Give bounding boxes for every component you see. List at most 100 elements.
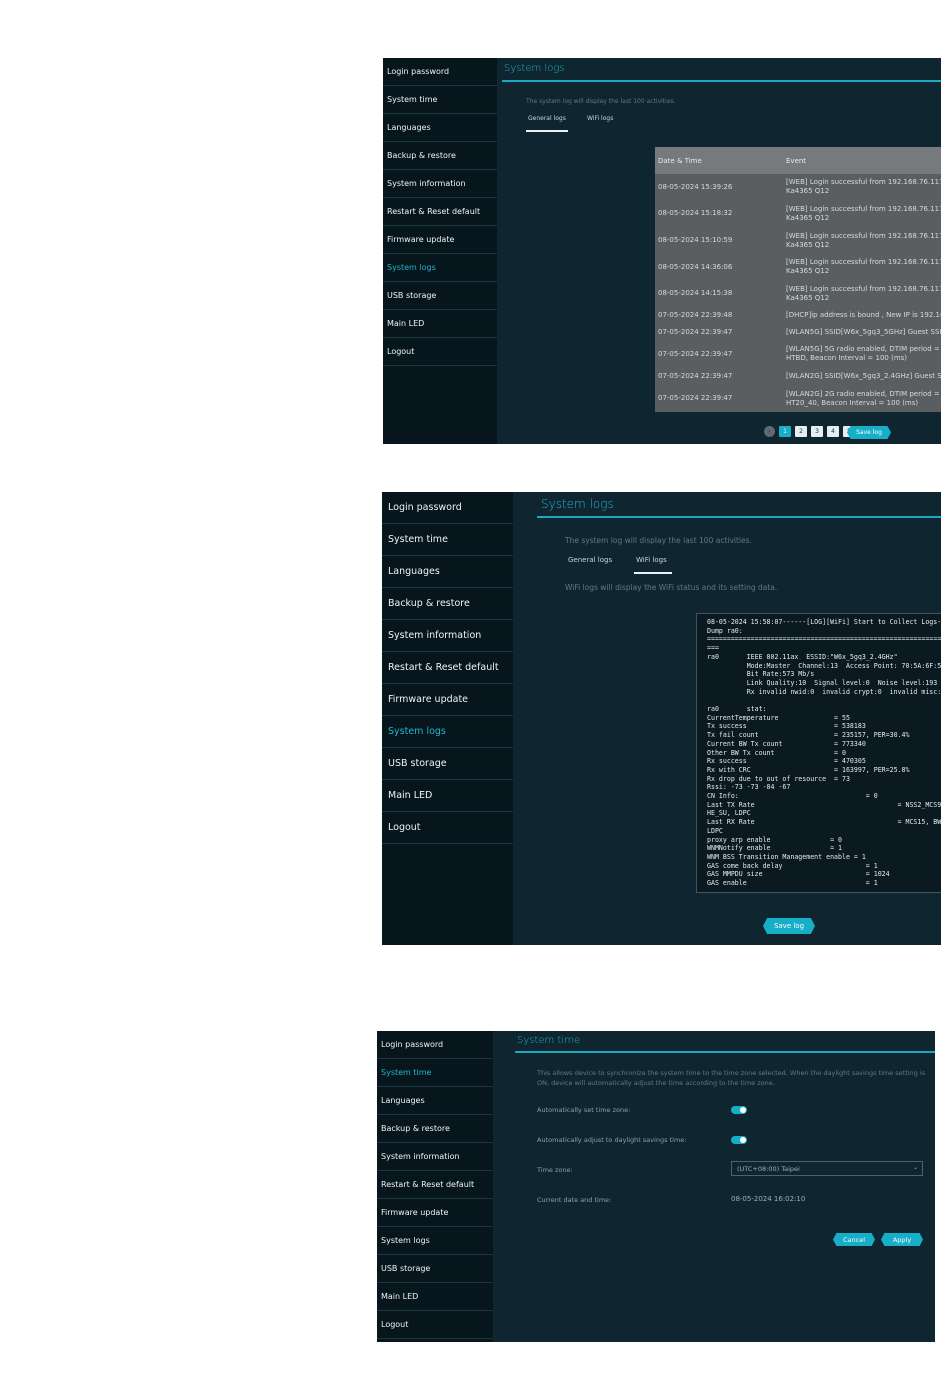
sidebar-item-system-information[interactable]: System information	[377, 1143, 493, 1171]
sidebar-item-system-time[interactable]: System time	[377, 1059, 493, 1087]
sidebar-item-usb-storage[interactable]: USB storage	[383, 282, 497, 310]
log-date-cell: 08-05-2024 14:15:38	[658, 289, 733, 297]
table-row: 07-05-2024 22:39:47 [WLAN2G] 2G radio ena…	[655, 385, 941, 412]
sidebar-item-system-logs[interactable]: System logs	[382, 716, 513, 748]
wifi-logs-description: WiFi logs will display the WiFi status a…	[565, 583, 778, 592]
sidebar-item-main-led[interactable]: Main LED	[383, 310, 497, 338]
page-1-button[interactable]: 1	[779, 426, 791, 437]
log-event-cell: [WEB] Login successful from 192.168.76.1…	[786, 284, 941, 302]
current-datetime-label: Current date and time:	[537, 1196, 612, 1204]
sidebar-item-logout[interactable]: Logout	[383, 338, 497, 366]
log-date-cell: 07-05-2024 22:39:47	[658, 327, 733, 336]
sidebar-item-system-logs[interactable]: System logs	[377, 1227, 493, 1255]
table-row: 07-05-2024 22:39:48 [DHCP]ip address is b…	[655, 307, 941, 323]
sidebar-item-logout[interactable]: Logout	[382, 812, 513, 844]
page-4-button[interactable]: 4	[827, 426, 839, 437]
general-log-table: Date & Time Event 08-05-2024 15:39:26 [WE…	[655, 147, 941, 412]
sidebar-item-backup-restore[interactable]: Backup & restore	[383, 142, 497, 170]
table-row: 08-05-2024 15:39:26 [WEB] Login successfu…	[655, 174, 941, 200]
log-date-cell: 08-05-2024 14:36:06	[658, 262, 733, 271]
main-panel: System time This allows device to synchr…	[493, 1031, 935, 1342]
sidebar-item-system-information[interactable]: System information	[382, 620, 513, 652]
settings-sidebar: Login password System time Languages Bac…	[382, 492, 513, 945]
table-row: 07-05-2024 22:39:47 [WLAN5G] 5G radio ena…	[655, 341, 941, 367]
sidebar-item-restart-reset[interactable]: Restart & Reset default	[382, 652, 513, 684]
timezone-selected-value: (UTC+08:00) Taipei	[737, 1164, 800, 1173]
cancel-button[interactable]: Cancel	[833, 1233, 875, 1246]
sidebar-item-system-time[interactable]: System time	[383, 86, 497, 114]
chevron-down-icon: ⌄	[912, 1164, 918, 1171]
auto-dst-toggle[interactable]	[731, 1136, 747, 1144]
sidebar-item-firmware-update[interactable]: Firmware update	[382, 684, 513, 716]
page-description: This allows device to synchronize the sy…	[537, 1069, 926, 1087]
tab-wifi-logs[interactable]: WiFi logs	[587, 115, 613, 122]
tab-general-logs[interactable]: General logs	[528, 115, 566, 122]
table-row: 08-05-2024 15:10:59 [WEB] Login successfu…	[655, 227, 941, 254]
sidebar-item-logout[interactable]: Logout	[377, 1311, 493, 1339]
active-tab-indicator	[526, 130, 568, 132]
table-header-row: Date & Time Event	[655, 147, 941, 174]
sidebar-item-firmware-update[interactable]: Firmware update	[377, 1199, 493, 1227]
wifi-logs-screenshot: Login password System time Languages Bac…	[382, 492, 941, 945]
previous-page-button[interactable]: ‹	[764, 426, 775, 437]
log-date-cell: 07-05-2024 22:39:47	[658, 349, 733, 358]
page-title: System logs	[504, 63, 565, 74]
sidebar-item-system-logs[interactable]: System logs	[383, 254, 497, 282]
page-3-button[interactable]: 3	[811, 426, 823, 437]
toggle-knob	[740, 1107, 746, 1113]
wifi-log-textarea[interactable]: 08-05-2024 15:58:07------[LOG][WiFi] Sta…	[696, 613, 941, 893]
log-date-cell: 08-05-2024 15:18:32	[658, 209, 733, 217]
timezone-label: Time zone:	[537, 1166, 573, 1174]
sidebar-item-languages[interactable]: Languages	[382, 556, 513, 588]
table-row: 08-05-2024 15:18:32 [WEB] Login successfu…	[655, 200, 941, 227]
sidebar-item-usb-storage[interactable]: USB storage	[377, 1255, 493, 1283]
page-title: System time	[517, 1035, 581, 1046]
timezone-select[interactable]: (UTC+08:00) Taipei ⌄	[731, 1161, 923, 1176]
column-header-event: Event	[783, 147, 941, 174]
sidebar-item-login-password[interactable]: Login password	[377, 1031, 493, 1059]
page-description: The system log will display the last 100…	[526, 98, 676, 105]
sidebar-item-restart-reset[interactable]: Restart & Reset default	[377, 1171, 493, 1199]
main-panel: System logs The system log will display …	[513, 492, 941, 945]
log-event-cell: [WLAN2G] 2G radio enabled, DTIM period =…	[786, 389, 941, 407]
sidebar-item-firmware-update[interactable]: Firmware update	[383, 226, 497, 254]
settings-sidebar: Login password System time Languages Bac…	[383, 58, 497, 444]
table-row: 08-05-2024 14:15:38 [WEB] Login successfu…	[655, 280, 941, 307]
log-date-cell: 08-05-2024 15:10:59	[658, 236, 733, 244]
sidebar-item-usb-storage[interactable]: USB storage	[382, 748, 513, 780]
sidebar-item-system-time[interactable]: System time	[382, 524, 513, 556]
active-tab-indicator	[634, 572, 672, 574]
tab-general-logs[interactable]: General logs	[568, 556, 612, 564]
apply-button[interactable]: Apply	[881, 1233, 923, 1246]
log-date-cell: 08-05-2024 15:39:26	[658, 182, 733, 191]
sidebar-item-login-password[interactable]: Login password	[382, 492, 513, 524]
toggle-knob	[740, 1137, 746, 1143]
sidebar-item-languages[interactable]: Languages	[383, 114, 497, 142]
log-event-cell: [WEB] Login successful from 192.168.76.1…	[786, 178, 941, 195]
log-date-cell: 07-05-2024 22:39:48	[658, 310, 733, 319]
sidebar-item-main-led[interactable]: Main LED	[377, 1283, 493, 1311]
log-date-cell: 07-05-2024 22:39:47	[658, 394, 733, 402]
sidebar-item-login-password[interactable]: Login password	[383, 58, 497, 86]
auto-timezone-toggle[interactable]	[731, 1106, 747, 1114]
save-log-button[interactable]: Save log	[847, 426, 891, 439]
save-log-button[interactable]: Save log	[763, 918, 815, 934]
log-event-cell: [WEB] Login successful from 192.168.76.1…	[786, 258, 941, 275]
system-time-screenshot: Login password System time Languages Bac…	[377, 1031, 935, 1342]
log-event-cell: [WLAN5G] SSID[W6x_5gq3_5GHz] Guest SSID[…	[786, 327, 941, 336]
tab-wifi-logs[interactable]: WiFi logs	[636, 556, 667, 564]
sidebar-item-system-information[interactable]: System information	[383, 170, 497, 198]
log-event-cell: [DHCP]ip address is bound , New IP is 19…	[786, 310, 941, 319]
main-panel: System logs The system log will display …	[497, 58, 941, 444]
sidebar-item-restart-reset[interactable]: Restart & Reset default	[383, 198, 497, 226]
table-row: 08-05-2024 14:36:06 [WEB] Login successfu…	[655, 254, 941, 280]
sidebar-item-backup-restore[interactable]: Backup & restore	[382, 588, 513, 620]
current-datetime-value: 08-05-2024 16:02:10	[731, 1195, 806, 1203]
sidebar-item-main-led[interactable]: Main LED	[382, 780, 513, 812]
log-event-cell: [WLAN5G] 5G radio enabled, DTIM period =…	[786, 345, 941, 362]
sidebar-item-languages[interactable]: Languages	[377, 1087, 493, 1115]
page-2-button[interactable]: 2	[795, 426, 807, 437]
title-divider	[515, 1051, 935, 1053]
sidebar-item-backup-restore[interactable]: Backup & restore	[377, 1115, 493, 1143]
log-event-cell: [WLAN2G] SSID[W6x_5gq3_2.4GHz] Guest SSI…	[786, 371, 941, 380]
